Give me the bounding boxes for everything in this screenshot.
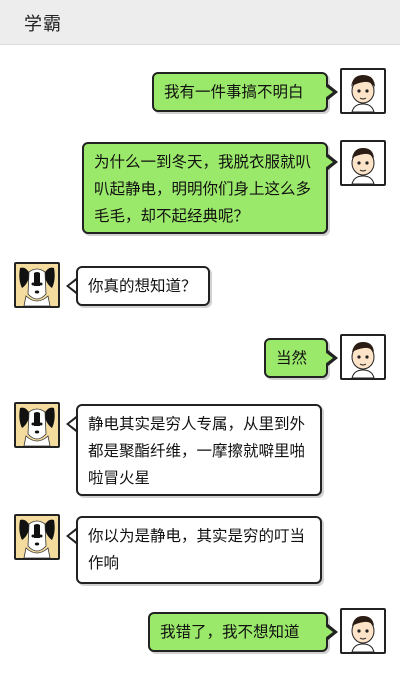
bubble-tail (325, 350, 338, 366)
bubble-tail (66, 278, 77, 294)
boy-avatar-icon[interactable] (340, 608, 386, 654)
message-text: 我有一件事搞不明白 (164, 83, 304, 101)
bubble-tail (325, 154, 338, 170)
boy-avatar-icon[interactable] (340, 68, 386, 114)
boy-avatar-icon[interactable] (340, 140, 386, 186)
message-row: 我有一件事搞不明白 (0, 68, 400, 118)
message-text: 你真的想知道？ (88, 277, 197, 295)
chat-title: 学霸 (24, 14, 62, 35)
message-bubble[interactable]: 你真的想知道？ (76, 266, 210, 306)
message-text: 我错了，我不想知道 (160, 623, 300, 641)
message-bubble[interactable]: 为什么一到冬天，我脱衣服就叭叭起静电，明明你们身上这么多毛毛，却不起经典呢？ (82, 142, 328, 234)
message-bubble[interactable]: 你以为是静电，其实是穷的叮当作响 (76, 516, 322, 584)
message-bubble[interactable]: 当然 (264, 338, 328, 378)
bubble-tail (66, 416, 77, 432)
dog-avatar-icon[interactable] (14, 262, 60, 308)
message-bubble[interactable]: 静电其实是穷人专属，从里到外都是聚酯纤维，一摩擦就噼里啪啦冒火星 (76, 404, 322, 496)
dog-avatar-icon[interactable] (14, 514, 60, 560)
bubble-tail (325, 624, 338, 640)
message-row: 我错了，我不想知道 (0, 608, 400, 658)
boy-avatar-icon[interactable] (340, 334, 386, 380)
message-row: 你真的想知道？ (0, 262, 400, 312)
message-bubble[interactable]: 我有一件事搞不明白 (152, 72, 328, 112)
message-row: 静电其实是穷人专属，从里到外都是聚酯纤维，一摩擦就噼里啪啦冒火星 (0, 402, 400, 498)
message-text: 为什么一到冬天，我脱衣服就叭叭起静电，明明你们身上这么多毛毛，却不起经典呢？ (94, 153, 312, 225)
bubble-tail (66, 528, 77, 544)
message-row: 为什么一到冬天，我脱衣服就叭叭起静电，明明你们身上这么多毛毛，却不起经典呢？ (0, 140, 400, 236)
title-bar: 学霸 (0, 0, 400, 45)
message-text: 静电其实是穷人专属，从里到外都是聚酯纤维，一摩擦就噼里啪啦冒火星 (88, 415, 306, 487)
message-row: 当然 (0, 334, 400, 384)
bubble-tail (325, 84, 338, 100)
message-text: 你以为是静电，其实是穷的叮当作响 (88, 527, 306, 572)
dog-avatar-icon[interactable] (14, 402, 60, 448)
message-text: 当然 (276, 349, 308, 367)
message-row: 你以为是静电，其实是穷的叮当作响 (0, 514, 400, 586)
message-bubble[interactable]: 我错了，我不想知道 (148, 612, 328, 652)
